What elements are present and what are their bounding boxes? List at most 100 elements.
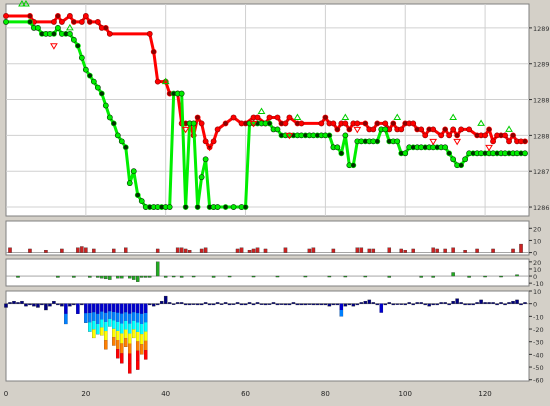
bar-heat-segment [100, 303, 104, 312]
y-tick-label: 10 [533, 237, 541, 245]
bar-bars_green [171, 275, 176, 278]
bar-bars_heat [44, 303, 48, 311]
bar-bars_green [88, 275, 92, 278]
bar-bars_heat [403, 303, 407, 306]
bar-bars_heat [251, 303, 256, 306]
bar-heat-segment [120, 313, 124, 324]
bar-bars_red [251, 248, 256, 253]
series-point-lower [334, 144, 341, 151]
bar-bars_heat [383, 303, 388, 306]
series-point-lower [66, 30, 73, 37]
bar-heat-segment [112, 303, 116, 313]
y-tick-label: -10 [533, 313, 544, 321]
series-point-upper [454, 132, 461, 139]
series-point-lower [70, 36, 77, 43]
bar-heat-segment [96, 313, 100, 324]
bar-bars_green [120, 275, 124, 279]
bar-heat-segment [88, 312, 92, 323]
series-point-upper [370, 126, 377, 133]
bar-bars_green [100, 275, 104, 279]
bar-bars_green [155, 261, 160, 277]
bar-bars_red [311, 247, 316, 253]
bar-bars_green [343, 275, 348, 278]
bar-bars_heat [503, 303, 507, 306]
series-point-upper [298, 120, 305, 127]
bar-bars_heat [347, 303, 352, 306]
bar-bars_heat [267, 303, 272, 305]
y-tick-label: -60 [533, 377, 544, 385]
series-point-lower [98, 90, 105, 97]
bar-heat-segment [92, 320, 96, 330]
series-point-upper [210, 138, 217, 145]
series-point-lower [338, 150, 345, 157]
bar-bars_heat [28, 303, 32, 306]
bar-bars_heat [331, 303, 336, 306]
y-tick-label: 1286.8 [533, 204, 550, 212]
bar-bars_red [92, 248, 96, 253]
bar-heat-segment [339, 303, 343, 311]
bar-heat-segment [128, 323, 132, 334]
series-point-lower [242, 204, 249, 210]
bar-heat-segment [144, 303, 148, 313]
bar-bars_red [371, 248, 376, 253]
y-tick-label: -20 [533, 326, 544, 334]
x-tick-label: 40 [161, 390, 170, 398]
bar-bars_red [84, 247, 88, 253]
series-point-upper [398, 126, 405, 133]
y-tick-label: -50 [533, 364, 544, 372]
bar-heat-segment [112, 312, 116, 321]
bar-bars_heat [483, 302, 487, 304]
bar-bars_red [28, 248, 32, 253]
bar-bars_heat [419, 302, 423, 304]
bar-bars_red [124, 247, 128, 253]
bar-bars_heat [435, 303, 439, 306]
bar-heat-segment [132, 329, 136, 338]
bar-bars_heat [239, 303, 244, 306]
bar-bars_heat [32, 303, 36, 307]
bar-heat-segment [120, 343, 124, 354]
series-point-upper [322, 114, 329, 121]
bar-bars_heat [507, 302, 511, 304]
series-point-upper [66, 13, 73, 19]
bar-heat-segment [108, 318, 112, 327]
bar-bars_heat [299, 303, 304, 306]
bar-bars_heat [447, 303, 451, 306]
bar-heat-segment [104, 321, 108, 332]
x-tick-label: 120 [478, 390, 491, 398]
bar-bars_heat [359, 302, 364, 304]
bar-heat-segment [128, 343, 132, 354]
y-tick-label: -40 [533, 351, 544, 359]
bar-heat-segment [128, 313, 132, 324]
bar-heat-segment [132, 320, 136, 330]
series-point-upper [58, 19, 65, 25]
series-point-upper [286, 114, 293, 121]
series-point-upper [346, 126, 353, 133]
bar-heat-segment [120, 353, 124, 364]
bar-bars_green [104, 275, 108, 280]
series-point-upper [502, 132, 508, 139]
bar-bars_heat [291, 302, 296, 304]
series-point-lower [402, 150, 409, 157]
bar-bars_red [183, 248, 188, 253]
bar-bars_green [136, 275, 140, 282]
series-point-upper [410, 120, 417, 127]
series-point-upper [458, 126, 465, 133]
bar-bars_green [419, 275, 423, 278]
bar-bars_heat [191, 303, 196, 305]
x-tick-label: 100 [399, 390, 412, 398]
bar-heat-segment [140, 344, 144, 355]
series-point-lower [55, 24, 61, 31]
series-point-lower [198, 174, 205, 181]
series-point-upper [374, 120, 381, 127]
bar-bars_green [128, 275, 132, 279]
series-point-lower [342, 132, 349, 139]
bar-bars_green [275, 275, 280, 278]
bar-bars_red [112, 248, 116, 253]
series-point-upper [330, 120, 337, 127]
bar-bars_green [16, 275, 20, 278]
series-point-upper [318, 120, 325, 127]
bar-bars_green [499, 275, 503, 278]
series-point-upper [86, 19, 93, 25]
y-tick-label: 1287.4 [533, 168, 550, 176]
chart-canvas: 1286.81287.412881288.61289.21289.801020-… [3, 0, 550, 398]
